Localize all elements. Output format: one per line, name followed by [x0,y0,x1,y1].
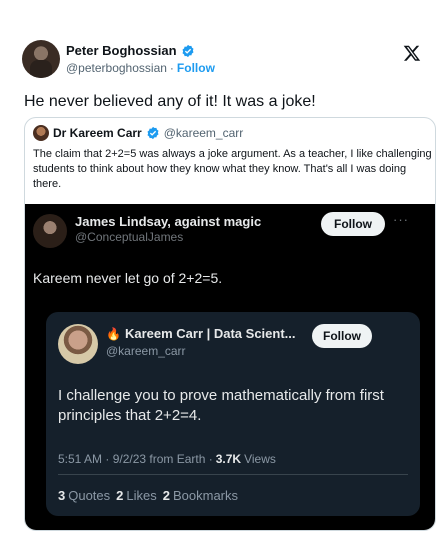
views-count: 3.7K [215,452,242,466]
screenshot-text: Kareem never let go of 2+2=5. [33,270,223,286]
quotes-count: 3 [58,488,66,503]
inner-follow-button: Follow [312,324,372,348]
screenshot-follow-button: Follow [321,212,385,236]
bookmarks-label: Bookmarks [172,488,239,503]
quotes-label: Quotes [68,488,111,503]
verified-badge-icon [182,44,194,57]
more-icon: ··· [393,212,409,227]
likes-count: 2 [116,488,124,503]
tweet-card: Peter Boghossian @peterboghossian · Foll… [12,30,436,535]
x-logo-icon[interactable] [403,44,421,62]
inner-author-name: Kareem Carr | Data Scient... [124,326,296,341]
screenshot-author-name: James Lindsay, against magic [75,214,262,229]
fire-icon: 🔥 [106,326,121,341]
quote-author-handle: @kareem_carr [163,126,244,140]
inner-timestamp: 5:51 AM · 9/2/23 from Earth · [58,452,213,466]
tweet-text: He never believed any of it! It was a jo… [24,93,316,110]
quoted-tweet[interactable]: Dr Kareem Carr @kareem_carr The claim th… [24,117,436,531]
inner-author-handle: @kareem_carr [106,344,186,358]
author-name[interactable]: Peter Boghossian [66,43,177,58]
inner-avatar [58,324,98,364]
verified-badge-icon [147,126,159,140]
follow-link[interactable]: Follow [177,61,215,75]
screenshot-avatar [33,214,67,248]
avatar[interactable] [22,40,60,78]
inner-meta: 5:51 AM · 9/2/23 from Earth · 3.7K Views [58,452,276,466]
quote-media-screenshot[interactable]: James Lindsay, against magic @Conceptual… [25,204,435,530]
quote-avatar [33,125,49,141]
quote-text: The claim that 2+2=5 was always a joke a… [33,148,432,190]
screenshot-inner-tweet: 🔥 Kareem Carr | Data Scient... @kareem_c… [46,312,420,516]
views-label: Views [244,452,276,466]
likes-label: Likes [126,488,157,503]
quote-author-name: Dr Kareem Carr [53,126,142,140]
bookmarks-count: 2 [162,488,170,503]
screenshot-author-handle: @ConceptualJames [75,230,184,244]
divider [58,474,408,475]
tweet-header: Peter Boghossian @peterboghossian · Foll… [22,40,427,80]
inner-stats: 3 Quotes 2 Likes 2 Bookmarks [58,488,238,503]
inner-text: I challenge you to prove mathematically … [58,387,384,424]
separator: · [169,61,174,75]
author-handle[interactable]: @peterboghossian [66,61,167,75]
